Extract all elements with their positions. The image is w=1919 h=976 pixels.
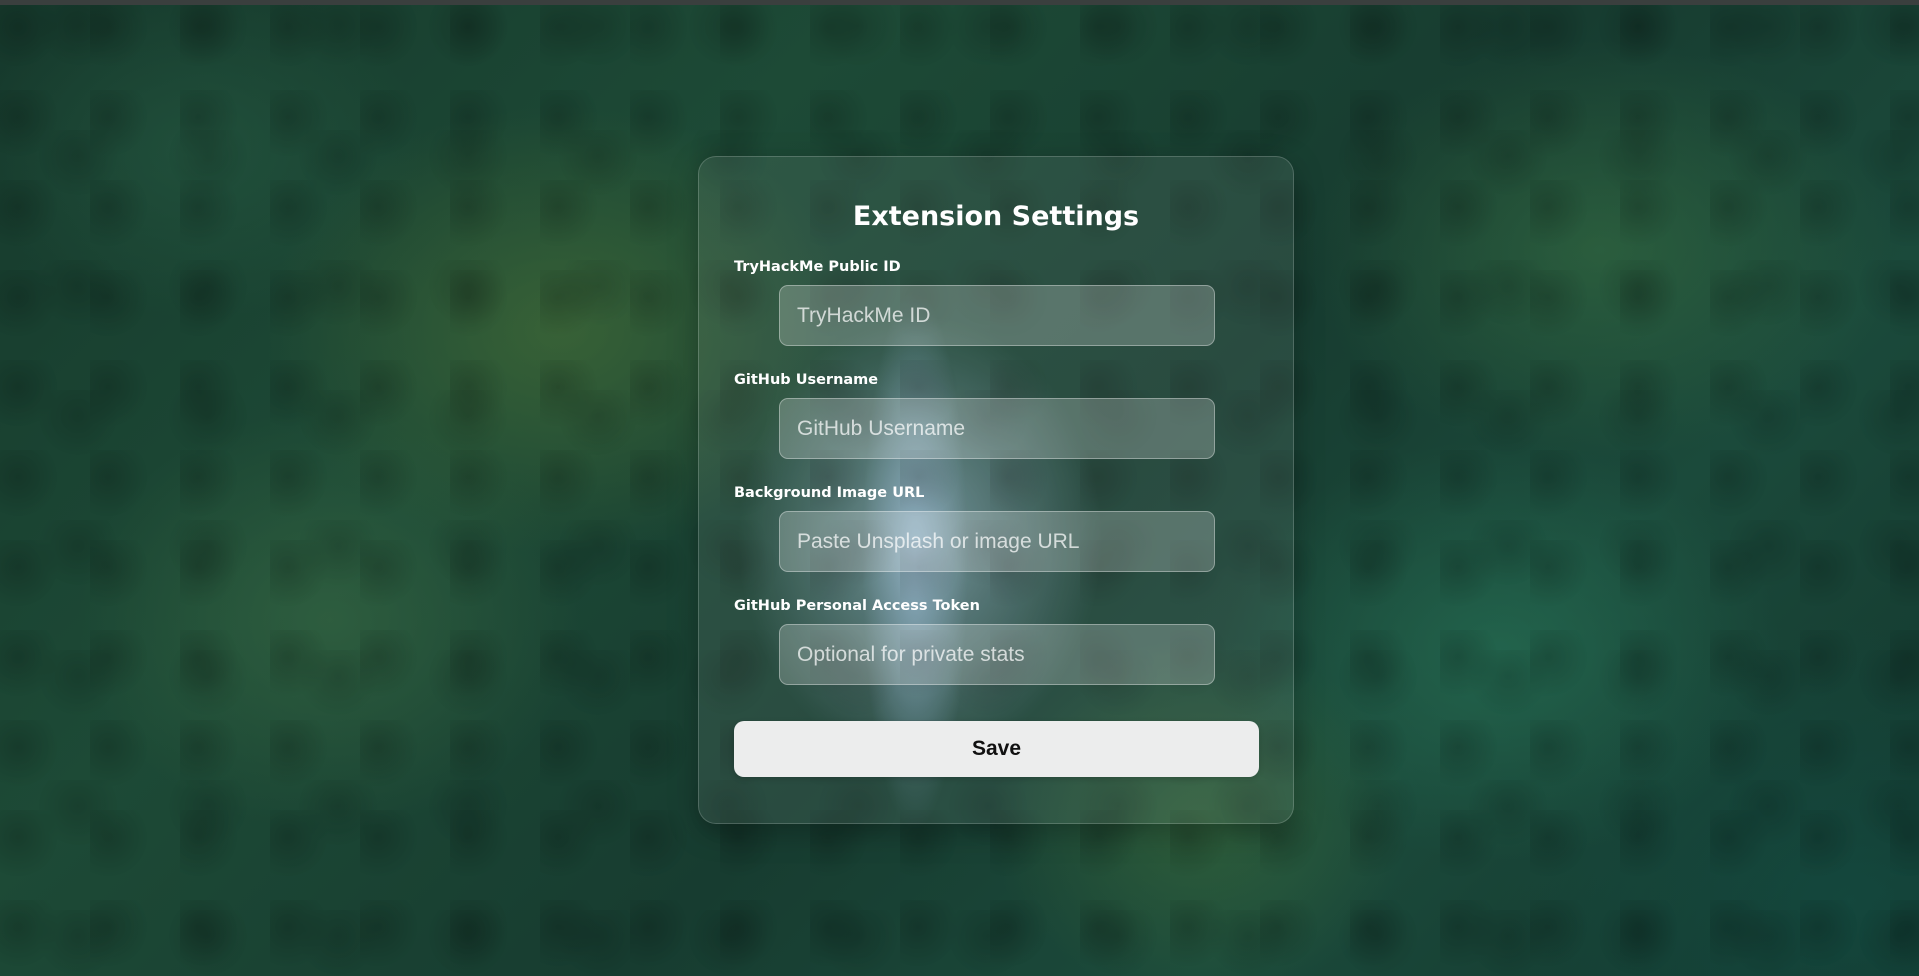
github-username-input[interactable] <box>779 398 1215 459</box>
background-image-url-label: Background Image URL <box>734 485 925 501</box>
github-token-input[interactable] <box>779 624 1215 685</box>
github-username-label: GitHub Username <box>734 372 879 388</box>
settings-panel: Extension Settings TryHackMe Public ID G… <box>698 156 1294 824</box>
tryhackme-id-input[interactable] <box>779 285 1215 346</box>
top-border <box>0 0 1919 5</box>
page-title: Extension Settings <box>852 201 1140 232</box>
github-token-label: GitHub Personal Access Token <box>734 598 980 614</box>
tryhackme-id-label: TryHackMe Public ID <box>734 259 901 275</box>
save-button[interactable]: Save <box>734 721 1259 777</box>
background-image-url-input[interactable] <box>779 511 1215 572</box>
